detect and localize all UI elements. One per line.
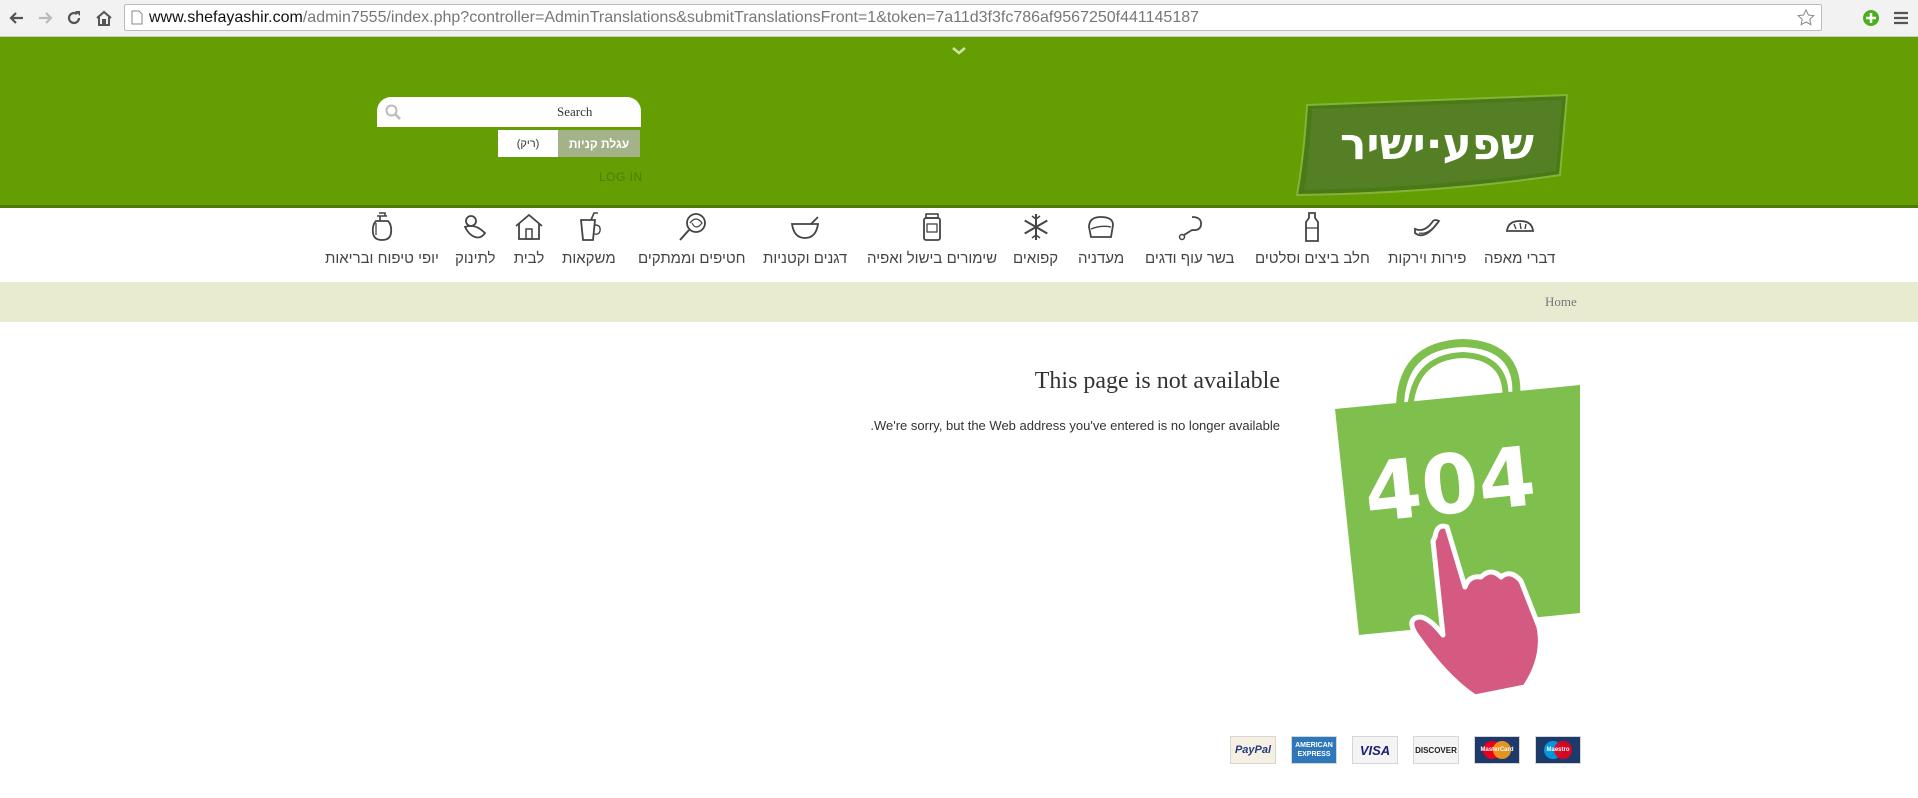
forward-button[interactable] [32,5,58,31]
url-host: www.shefayashir.com [149,9,303,26]
category-menu: דברי מאפה פירות וירקות חלב ביצים וסלטים … [0,208,1918,282]
site-header: שפע·ישיר Search עגלת קניות (ריק) LOG IN [0,37,1918,208]
browser-toolbar: www.shefayashir.com/admin7555/index.php?… [0,0,1918,37]
breadcrumb-home-link[interactable]: Home [1545,294,1577,310]
menu-item-fruits-vegetables[interactable]: פירות וירקות [1388,210,1466,276]
site-logo[interactable]: שפע·ישיר [1292,75,1572,200]
home-icon [96,10,112,26]
menu-item-baby[interactable]: לתינוק [455,210,496,276]
banana-icon [1414,219,1441,237]
pacifier-icon [464,215,487,239]
back-button[interactable] [4,5,30,31]
drumstick-icon [1178,216,1202,241]
menu-item-label: לבית [513,250,545,267]
logo-badge: שפע·ישיר [1295,93,1569,197]
menu-item-frozen[interactable]: קפואים [1013,210,1058,276]
back-arrow-icon [9,12,23,24]
404-illustration: 404 [1325,337,1595,700]
menu-item-label: בשר עוף ודגים [1145,250,1235,267]
amex-logo: AMERICAN EXPRESS [1291,736,1337,764]
cart-button[interactable]: עגלת קניות [558,130,640,157]
reload-icon [67,11,81,25]
menu-item-label: חטיפים וממתקים [638,250,746,267]
menu-item-drinks[interactable]: משקאות [562,210,616,276]
extension-button[interactable] [1858,5,1884,31]
url-text: www.shefayashir.com/admin7555/index.php?… [149,9,1199,27]
menu-item-dairy[interactable]: חלב ביצים וסלטים [1255,210,1370,276]
search-icon [385,104,401,120]
menu-item-meat-fish[interactable]: בשר עוף ודגים [1145,210,1235,276]
menu-item-label: לתינוק [455,250,496,267]
menu-item-label: מעדניה [1078,250,1125,267]
menu-item-beauty-health[interactable]: יופי טיפוח ובריאות [325,210,439,276]
menu-item-home[interactable]: לבית [512,210,546,276]
reload-button[interactable] [61,5,87,31]
cart-status: (ריק) [498,130,558,157]
milk-bottle-icon [1305,212,1320,242]
plus-extension-icon [1863,10,1879,26]
forward-arrow-icon [39,12,53,24]
menu-item-label: יופי טיפוח ובריאות [325,250,439,267]
lotion-bottle-icon [371,212,393,241]
bowl-icon [791,216,820,239]
menu-item-label: קפואים [1013,250,1059,267]
paypal-logo: PayPal [1230,736,1276,764]
menu-item-grains-legumes[interactable]: דגנים וקטניות [763,210,847,276]
menu-item-canned-baking[interactable]: שימורים בישול ואפיה [867,210,997,276]
sandwich-icon [1088,216,1114,238]
cup-icon [579,212,601,241]
menu-item-deli[interactable]: מעדניה [1078,210,1124,276]
header-toggle[interactable] [950,44,968,62]
snowflake-icon [1023,214,1048,240]
menu-item-label: דברי מאפה [1484,250,1556,267]
bookmark-star-icon[interactable] [1797,9,1815,27]
url-path: /admin7555/index.php?controller=AdminTra… [302,9,1200,26]
lollipop-icon [679,213,706,241]
page-title: This page is not available [1034,368,1280,394]
visa-logo: VISA [1352,736,1398,764]
menu-item-label: שימורים בישול ואפיה [867,250,998,267]
menu-item-label: משקאות [562,250,616,267]
home-button[interactable] [91,5,117,31]
search-box[interactable]: Search [377,97,641,127]
error-message: .We're sorry, but the Web address you've… [870,418,1280,433]
browser-menu-button[interactable] [1888,5,1914,31]
maestro-logo: Maestro [1535,736,1581,764]
jar-icon [923,213,941,241]
logo-text: שפע·ישיר [1340,119,1534,170]
login-link[interactable]: LOG IN [599,170,643,184]
bread-icon [1505,220,1534,232]
hamburger-menu-icon [1894,11,1908,25]
shopping-bag-404-icon: 404 [1335,338,1580,700]
mastercard-logo: MasterCard [1474,736,1520,764]
menu-item-label: פירות וירקות [1388,250,1467,267]
menu-item-label: חלב ביצים וסלטים [1255,250,1370,267]
menu-item-snacks-sweets[interactable]: חטיפים וממתקים [638,210,746,276]
menu-item-label: דגנים וקטניות [763,250,848,267]
404-text: 404 [1360,429,1540,541]
house-icon [515,213,543,240]
menu-item-bakery[interactable]: דברי מאפה [1484,210,1555,276]
discover-logo: DISCOVER [1413,736,1459,764]
breadcrumb: Home [0,282,1918,322]
chevron-down-icon [952,47,966,55]
address-bar[interactable]: www.shefayashir.com/admin7555/index.php?… [124,4,1822,31]
search-placeholder: Search [557,104,593,119]
page-icon [131,10,143,25]
